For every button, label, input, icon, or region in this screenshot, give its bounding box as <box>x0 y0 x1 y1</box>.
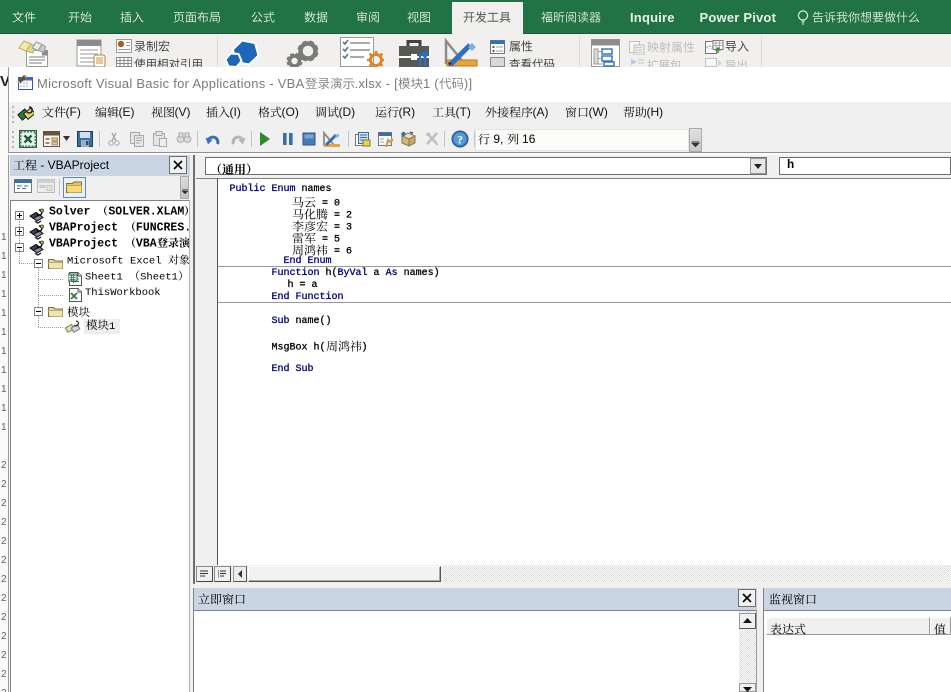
svg-text:?: ? <box>457 133 463 147</box>
